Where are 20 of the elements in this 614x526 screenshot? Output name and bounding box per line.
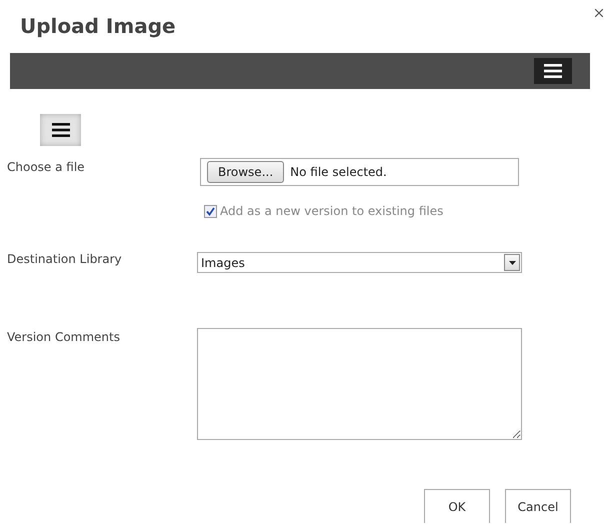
caret-icon: [508, 260, 516, 264]
menu-icon: [544, 64, 562, 78]
select-value: Images: [201, 256, 245, 270]
close-icon: [592, 6, 606, 20]
field-label: Version Comments: [7, 329, 121, 346]
field-label: Destination Library: [7, 251, 123, 268]
window-title: Upload Image: [20, 13, 176, 40]
menu-icon: [52, 123, 70, 137]
comments-field[interactable]: [197, 328, 522, 440]
menu-button[interactable]: [40, 114, 81, 146]
checkbox-label: Add as a new version to existing files: [220, 204, 444, 218]
file-field[interactable]: Browse... No file selected.: [200, 158, 519, 186]
menu-button[interactable]: [534, 58, 572, 84]
close-button[interactable]: [592, 6, 606, 20]
file-status: No file selected.: [290, 165, 387, 179]
field-label: Choose a file: [7, 159, 86, 176]
library-select[interactable]: Images: [197, 252, 522, 273]
dialog-button[interactable]: OK: [424, 489, 490, 523]
dialog-button[interactable]: Cancel: [505, 489, 571, 523]
browse-button[interactable]: Browse...: [207, 161, 284, 183]
